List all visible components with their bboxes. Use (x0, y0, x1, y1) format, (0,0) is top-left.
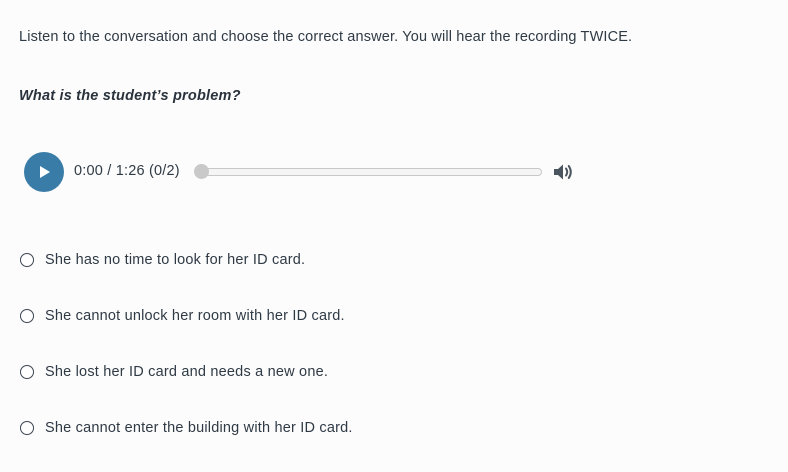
time-display: 0:00 / 1:26 (0/2) (74, 163, 180, 179)
radio-button[interactable] (20, 309, 34, 323)
answer-option[interactable]: She cannot enter the building with her I… (20, 416, 353, 440)
progress-thumb[interactable] (194, 164, 209, 179)
option-label: She lost her ID card and needs a new one… (45, 364, 329, 380)
option-label: She cannot enter the building with her I… (45, 420, 353, 436)
answer-option[interactable]: She cannot unlock her room with her ID c… (20, 304, 353, 328)
audio-player: 0:00 / 1:26 (0/2) (24, 152, 584, 192)
answer-option[interactable]: She has no time to look for her ID card. (20, 248, 353, 272)
play-icon (40, 166, 50, 178)
radio-button[interactable] (20, 365, 34, 379)
option-label: She cannot unlock her room with her ID c… (45, 308, 345, 324)
answer-option[interactable]: She lost her ID card and needs a new one… (20, 360, 353, 384)
answer-options: She has no time to look for her ID card.… (20, 248, 353, 472)
instructions-text: Listen to the conversation and choose th… (19, 29, 633, 45)
option-label: She has no time to look for her ID card. (45, 252, 306, 268)
play-button[interactable] (24, 152, 64, 192)
radio-button[interactable] (20, 253, 34, 267)
radio-button[interactable] (20, 421, 34, 435)
question-text: What is the student’s problem? (19, 88, 241, 104)
volume-icon[interactable] (552, 162, 574, 182)
progress-track[interactable] (200, 168, 542, 176)
